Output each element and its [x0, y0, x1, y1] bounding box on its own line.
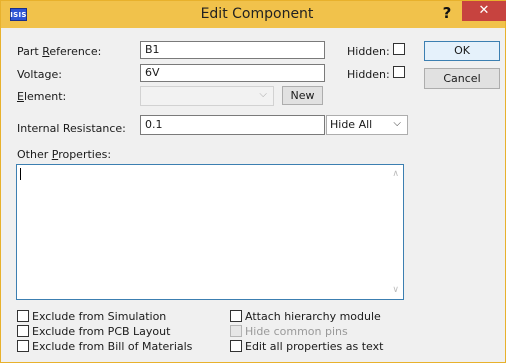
- new-element-button[interactable]: New: [282, 86, 323, 105]
- attach-hierarchy-label: Attach hierarchy module: [245, 310, 381, 323]
- isis-app-icon: ISIS: [10, 8, 27, 21]
- cancel-button[interactable]: Cancel: [424, 68, 500, 89]
- voltage-input[interactable]: 6V: [140, 64, 325, 82]
- part-reference-hidden-checkbox[interactable]: [393, 43, 405, 55]
- voltage-label: Voltage:: [17, 68, 62, 81]
- internal-resistance-label: Internal Resistance:: [17, 122, 126, 135]
- voltage-hidden-checkbox[interactable]: [393, 66, 405, 78]
- hide-common-pins-checkbox[interactable]: [230, 325, 242, 337]
- attach-hierarchy-checkbox[interactable]: [230, 310, 242, 322]
- exclude-bom-label: Exclude from Bill of Materials: [32, 340, 193, 353]
- ok-button[interactable]: OK: [424, 41, 500, 61]
- chevron-down-icon: ⌵: [259, 89, 267, 100]
- part-reference-input[interactable]: B1: [140, 41, 325, 59]
- element-label: Element:: [17, 90, 67, 103]
- dialog-title: Edit Component: [200, 6, 314, 22]
- title-bar[interactable]: ISIS Edit Component ? ✕: [1, 1, 506, 28]
- help-button[interactable]: ?: [434, 2, 460, 24]
- scroll-down-icon[interactable]: ∨: [392, 285, 399, 295]
- edit-component-dialog: ISIS Edit Component ? ✕ Part Reference: …: [0, 0, 506, 363]
- element-select[interactable]: ⌵: [140, 86, 274, 106]
- close-button[interactable]: ✕: [462, 1, 506, 21]
- exclude-pcb-label: Exclude from PCB Layout: [32, 325, 171, 338]
- exclude-bom-checkbox[interactable]: [17, 340, 29, 352]
- other-properties-label: Other Properties:: [17, 148, 112, 161]
- exclude-simulation-checkbox[interactable]: [17, 310, 29, 322]
- visibility-select-value: Hide All: [330, 118, 373, 131]
- other-properties-textarea[interactable]: ∧ ∨: [16, 164, 404, 300]
- hide-common-pins-label: Hide common pins: [245, 325, 348, 338]
- internal-resistance-input[interactable]: 0.1: [140, 115, 325, 135]
- edit-as-text-checkbox[interactable]: [230, 340, 242, 352]
- internal-resistance-visibility-select[interactable]: Hide All ⌵: [326, 115, 408, 135]
- exclude-pcb-checkbox[interactable]: [17, 325, 29, 337]
- chevron-down-icon: ⌵: [393, 118, 401, 129]
- part-reference-hidden-label: Hidden:: [347, 45, 390, 58]
- text-caret: [20, 168, 21, 180]
- scroll-up-icon[interactable]: ∧: [392, 169, 399, 179]
- exclude-simulation-label: Exclude from Simulation: [32, 310, 167, 323]
- part-reference-label: Part Reference:: [17, 45, 102, 58]
- voltage-hidden-label: Hidden:: [347, 68, 390, 81]
- edit-as-text-label: Edit all properties as text: [245, 340, 384, 353]
